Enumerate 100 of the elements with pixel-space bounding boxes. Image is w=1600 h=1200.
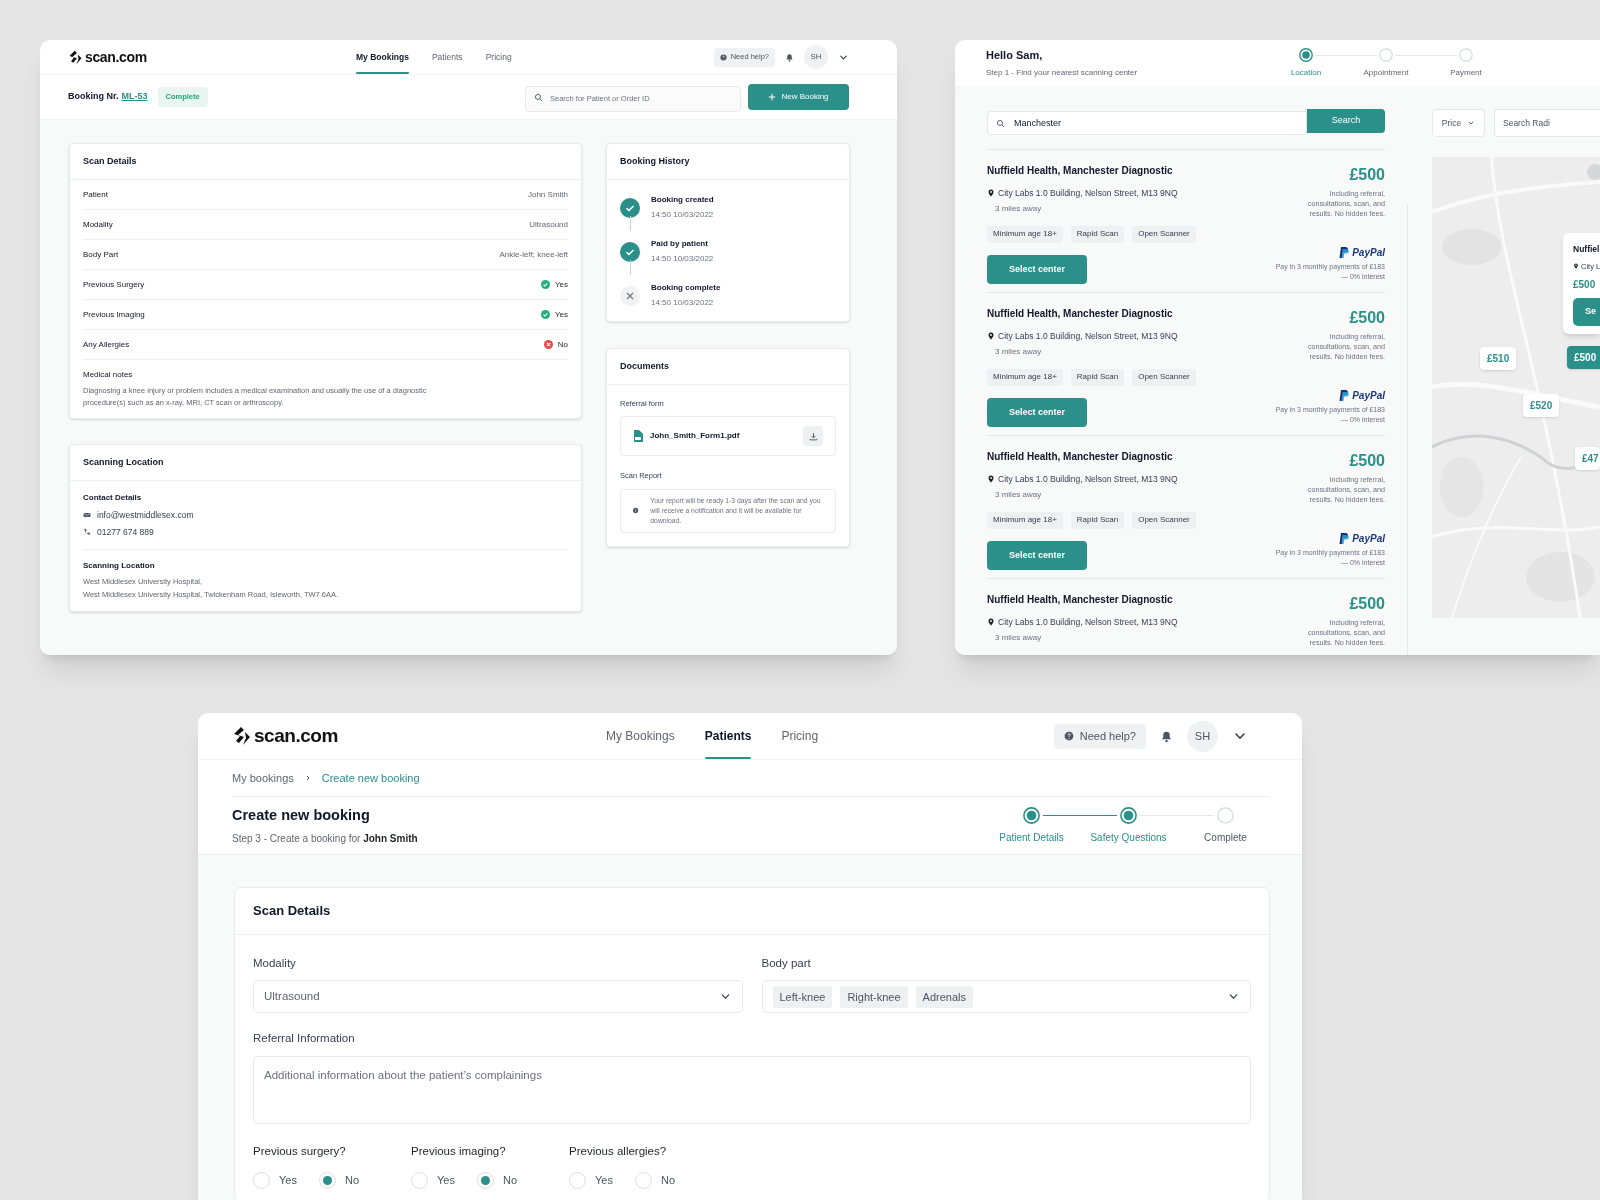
download-button[interactable] (803, 426, 823, 447)
select-center-button[interactable]: Select center (987, 397, 1087, 427)
select-center-button[interactable]: Select center (987, 254, 1087, 284)
radius-field[interactable]: Search Radi (1494, 109, 1600, 137)
field-label: Modality (253, 956, 297, 971)
search-icon (996, 118, 1005, 128)
radio-button[interactable] (634, 1171, 652, 1189)
event-title: Booking created (651, 194, 714, 206)
nav-tab[interactable]: My Bookings (356, 40, 409, 74)
radio-button[interactable] (253, 1171, 270, 1189)
page-title: Create new booking (232, 806, 371, 826)
select-center-button[interactable]: Select center (987, 540, 1087, 570)
popup-select-button[interactable]: Se (1573, 298, 1600, 326)
feature-tag: Minimum age 18+ (987, 368, 1063, 386)
x-circle-icon (543, 340, 553, 349)
distance-text: 3 miles away (995, 345, 1042, 358)
event-title: Paid by patient (651, 238, 709, 250)
phone-icon (83, 528, 91, 537)
chevron-down-icon[interactable] (1467, 119, 1476, 127)
avatar[interactable]: SH (1187, 720, 1218, 752)
info-icon (633, 505, 639, 516)
download-icon (808, 431, 818, 441)
distance-text: 3 miles away (995, 631, 1042, 644)
field-value: John Smith (527, 188, 568, 201)
center-name: Nuffield Health, Manchester Diagnostic (987, 450, 1173, 464)
section-label: Contact Details (83, 492, 143, 504)
logo-text: scan.com (85, 47, 147, 67)
radio-button[interactable] (411, 1171, 428, 1189)
booking-id-link[interactable]: ML-53 (121, 90, 148, 104)
location-pin-icon (987, 332, 995, 341)
popup-price: £500 (1573, 278, 1596, 292)
location-search-field[interactable]: Manchester (987, 111, 1307, 135)
center-name: Nuffield Health, Manchester Diagnostic (987, 164, 1173, 178)
field-label: Body Part (83, 248, 119, 261)
center-address: City Labs 1.0 Building, Nelson Street, M13 9NQ (998, 187, 1178, 200)
modality-dropdown[interactable]: Ultrasound (253, 980, 743, 1014)
field-value: Ultrasound (529, 218, 568, 231)
feature-tag: Rapid Scan (1070, 368, 1125, 386)
price-dropdown[interactable]: Price (1432, 109, 1485, 137)
price-pin[interactable]: £510 (1480, 347, 1517, 370)
option-label: No (502, 1173, 517, 1188)
check-circle-icon (540, 280, 550, 289)
distance-text: 3 miles away (995, 202, 1042, 215)
paypal-logo-text: PayPal (1352, 246, 1385, 260)
body-part-dropdown[interactable]: Left-knee Right-knee Adrenals (761, 980, 1251, 1014)
field-label: Medical notes (83, 369, 134, 381)
nav-tab[interactable]: Patients (431, 40, 463, 74)
option-label: No (660, 1173, 675, 1188)
feature-tag: Open Scanner (1132, 511, 1196, 529)
step-label: Patient Details (999, 830, 1064, 845)
file-name[interactable]: John_Smith_Form1.pdf (650, 430, 740, 443)
event-time: 14:50 10/03/2022 (651, 297, 715, 309)
logo-text: scan.com (254, 723, 338, 748)
option-label: Yes (437, 1173, 455, 1188)
popup-name: Nuffiel (1573, 243, 1600, 256)
search-button[interactable]: Search (1307, 109, 1385, 133)
bell-icon[interactable] (1160, 729, 1173, 743)
center-address: City Labs 1.0 Building, Nelson Street, M13 9NQ (998, 473, 1178, 486)
breadcrumb-link[interactable]: Create new booking (321, 769, 420, 787)
nav-tab[interactable]: Pricing (485, 40, 512, 74)
field-value: Yes (554, 278, 568, 291)
breadcrumb-link[interactable]: My bookings (232, 769, 294, 787)
feature-tag: Rapid Scan (1070, 225, 1125, 243)
step-label: Appointment (1363, 66, 1409, 79)
help-button[interactable]: Need help? (1053, 723, 1146, 749)
card-title: Booking History (620, 154, 690, 168)
option-label: No (344, 1173, 359, 1188)
nav-tab[interactable]: Pricing (781, 713, 819, 759)
avatar[interactable]: SH (804, 45, 828, 69)
card-title: Scan Details (83, 154, 137, 168)
option-label: Yes (595, 1173, 613, 1188)
field-label: Any Allergies (83, 338, 130, 351)
field-value: Ankle-left; knee-left (499, 248, 568, 261)
event-time: 14:50 10/03/2022 (651, 209, 714, 221)
field-label: Modality (83, 218, 113, 231)
nav-tab[interactable]: My Bookings (606, 713, 675, 759)
nav-tab[interactable]: Patients (704, 713, 752, 759)
option-label: Yes (279, 1173, 297, 1188)
referral-textarea[interactable]: Additional information about the patient’s complainings (253, 1055, 1251, 1124)
field-label: Previous Surgery (83, 278, 145, 291)
paypal-logo-text: PayPal (1352, 532, 1385, 546)
location-pin-icon (987, 618, 995, 627)
bell-icon[interactable] (785, 52, 794, 62)
body-part-tag: Left-knee (772, 985, 833, 1008)
field-label: Referral Information (253, 1031, 356, 1047)
feature-tag: Rapid Scan (1070, 511, 1125, 529)
radio-button[interactable] (569, 1171, 586, 1189)
email-text: info@westmiddlesex.com (97, 509, 194, 522)
step-subtitle: Step 1 - Find your nearest scanning center (986, 67, 1138, 80)
section-label: Scanning Location (83, 559, 156, 572)
location-pin-icon (987, 189, 995, 198)
price-pin[interactable]: £520 (1523, 394, 1560, 417)
field-value: Yes (554, 308, 568, 321)
radio-button[interactable] (476, 1171, 494, 1189)
field-label: Previous Imaging (83, 308, 145, 321)
price-pin[interactable]: £47 (1575, 447, 1600, 470)
radio-button[interactable] (318, 1171, 336, 1189)
center-name: Nuffield Health, Manchester Diagnostic (987, 307, 1173, 321)
price-pin[interactable]: £500 (1567, 346, 1600, 369)
new-booking-button[interactable]: New Booking (748, 84, 849, 110)
